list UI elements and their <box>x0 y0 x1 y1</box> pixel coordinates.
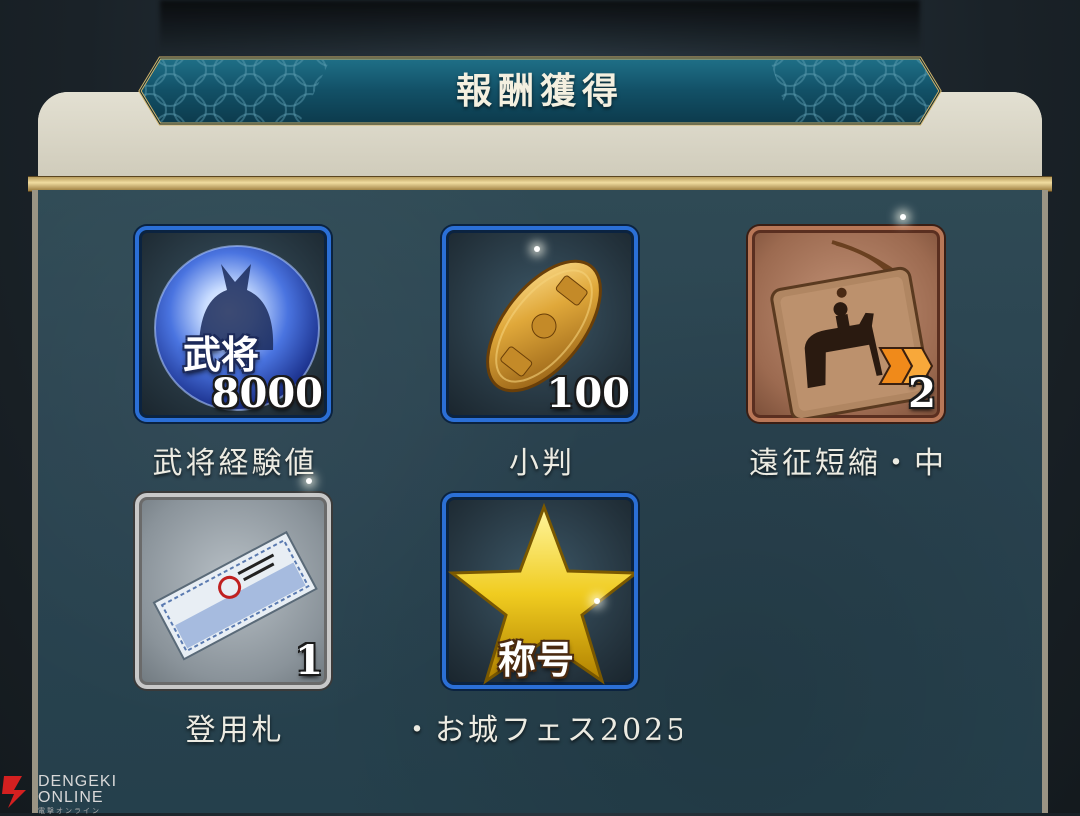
item-name: 遠征短縮・中 <box>749 446 947 481</box>
reward-item-title[interactable]: 称号 ・お城フェス2025 <box>402 493 682 748</box>
reward-item-expedition-shortening[interactable]: 2 遠征短縮・中 <box>748 226 948 481</box>
reward-frame: 1 <box>135 493 331 689</box>
watermark-line3: 電撃オンライン <box>38 808 101 815</box>
reward-frame: 100 <box>442 226 638 422</box>
item-count: 8000 <box>211 370 323 417</box>
item-name: 小判 <box>509 446 575 481</box>
reward-frame: 武将 8000 <box>135 226 331 422</box>
sparkle-effect <box>306 478 312 484</box>
watermark-line2: ONLINE <box>38 789 104 806</box>
item-count: 100 <box>546 370 631 417</box>
sparkle-effect <box>594 598 600 604</box>
sparkle-effect <box>900 214 906 220</box>
item-overlay-label: 称号 <box>498 637 575 682</box>
reward-item-koban[interactable]: 100 小判 <box>442 226 642 481</box>
dialog-title: 報酬獲得 <box>455 70 624 112</box>
dengeki-logo-icon <box>2 776 26 808</box>
panel-left-edge <box>32 190 38 813</box>
reward-item-recruit-ticket[interactable]: 1 登用札 <box>135 493 335 748</box>
watermark-line1: DENGEKI <box>38 773 118 790</box>
reward-frame: 2 <box>748 226 944 422</box>
background-blurred-header <box>160 0 920 52</box>
title-banner: 報酬獲得 <box>130 50 950 132</box>
item-count: 2 <box>908 370 936 417</box>
panel-right-edge <box>1042 190 1048 813</box>
item-name: 登用札 <box>185 713 285 748</box>
sparkle-effect <box>534 246 540 252</box>
dengeki-online-watermark: DENGEKI ONLINE 電撃オンライン <box>0 772 140 815</box>
item-name: ・お城フェス2025 <box>402 713 682 748</box>
item-name: 武将経験値 <box>152 446 318 481</box>
item-count: 1 <box>295 637 323 684</box>
reward-item-warrior-exp[interactable]: 武将 8000 武将経験値 <box>135 226 335 481</box>
reward-frame: 称号 <box>442 493 638 689</box>
